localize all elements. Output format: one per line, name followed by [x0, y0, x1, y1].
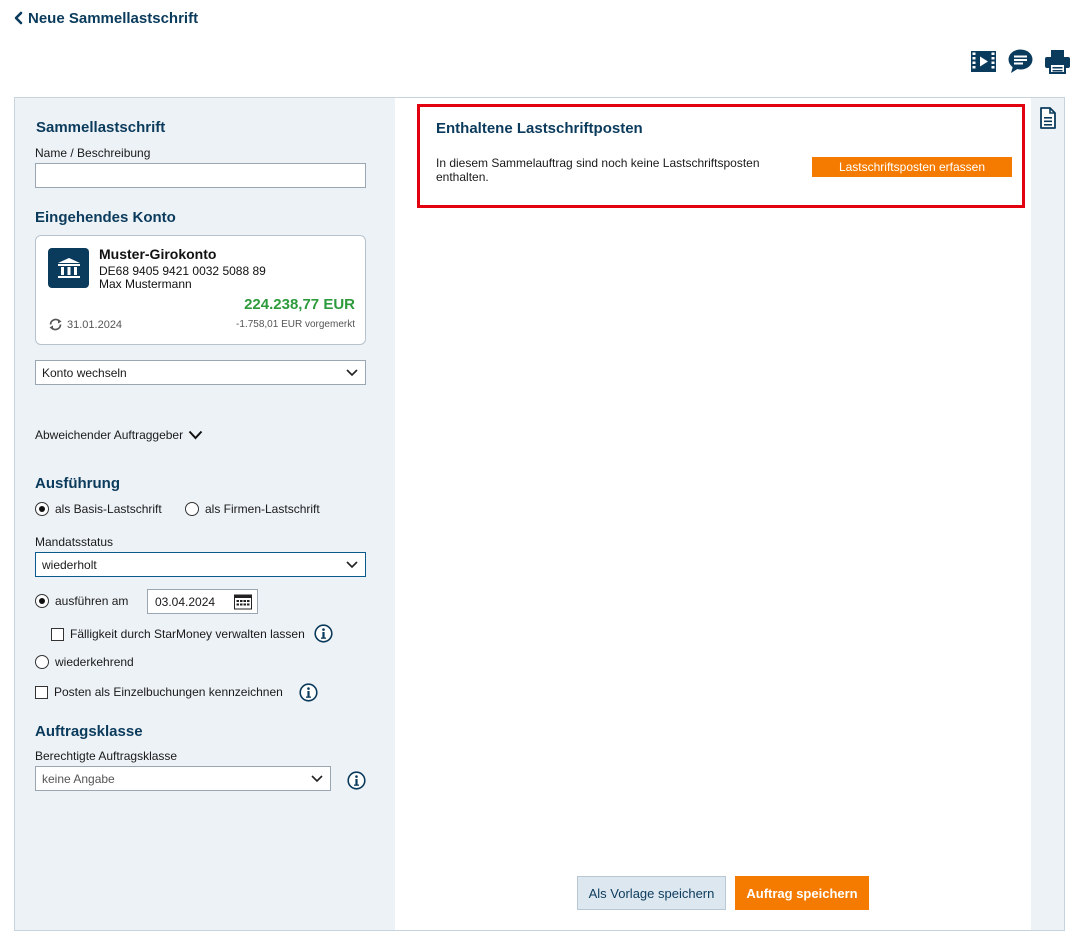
- switch-account-select[interactable]: Konto wechseln: [35, 360, 366, 385]
- radio-basis-label: als Basis-Lastschrift: [55, 502, 162, 516]
- chevron-left-icon: [14, 11, 23, 25]
- radio-recurring[interactable]: wiederkehrend: [35, 655, 134, 669]
- execute-on-label: ausführen am: [55, 594, 129, 608]
- contained-items-empty-text: In diesem Sammelauftrag sind noch keine …: [436, 156, 760, 184]
- contained-items-title: Enthaltene Lastschriftposten: [436, 120, 643, 137]
- info-icon[interactable]: [314, 624, 333, 643]
- chevron-down-icon: [188, 430, 203, 440]
- radio-firmen-lastschrift[interactable]: als Firmen-Lastschrift: [185, 502, 320, 516]
- account-date-text: 31.01.2024: [67, 318, 123, 331]
- order-class-value: keine Angabe: [42, 771, 115, 786]
- checkbox-single-booking-indicator[interactable]: [35, 685, 48, 699]
- name-label: Name / Beschreibung: [35, 146, 151, 160]
- print-icon[interactable]: [1044, 48, 1071, 75]
- name-input[interactable]: [35, 163, 366, 188]
- info-icon[interactable]: [299, 683, 318, 702]
- execution-section-title: Ausführung: [35, 475, 120, 492]
- radio-basis-lastschrift[interactable]: als Basis-Lastschrift: [35, 502, 162, 516]
- checkbox-due-management[interactable]: Fälligkeit durch StarMoney verwalten las…: [51, 627, 305, 641]
- refresh-icon: [49, 318, 62, 331]
- top-bar: Neue Sammellastschrift: [0, 0, 1077, 40]
- toolbar: [970, 48, 1071, 75]
- section-title-sammellastschrift: Sammellastschrift: [36, 119, 166, 136]
- chevron-down-icon: [311, 775, 323, 783]
- chevron-down-icon: [346, 369, 358, 377]
- other-payer-label: Abweichender Auftraggeber: [35, 428, 184, 442]
- info-icon[interactable]: [347, 771, 366, 790]
- execute-date-input[interactable]: 03.04.2024: [147, 589, 258, 614]
- account-sync-date: 31.01.2024: [48, 318, 122, 331]
- order-class-section-title: Auftragsklasse: [35, 723, 143, 740]
- single-booking-label: Posten als Einzelbuchungen kennzeichnen: [54, 685, 283, 699]
- account-pending: -1.758,01 EUR vorgemerkt: [236, 319, 355, 330]
- center-panel: [395, 98, 1031, 930]
- mandate-label: Mandatsstatus: [35, 535, 114, 549]
- right-side-strip: [1031, 98, 1064, 930]
- calendar-icon[interactable]: [234, 594, 252, 610]
- account-owner: Max Mustermann: [99, 277, 192, 291]
- checkbox-due-indicator[interactable]: [51, 627, 64, 641]
- video-icon[interactable]: [970, 48, 997, 75]
- account-balance: 224.238,77 EUR: [244, 296, 355, 313]
- radio-execute-on[interactable]: ausführen am: [35, 594, 128, 608]
- bank-icon: [57, 258, 80, 278]
- switch-account-label: Konto wechseln: [42, 365, 127, 380]
- save-order-button[interactable]: Auftrag speichern: [735, 876, 869, 910]
- mandate-value: wiederholt: [42, 557, 97, 572]
- chat-icon[interactable]: [1007, 48, 1034, 75]
- save-as-template-button[interactable]: Als Vorlage speichern: [577, 876, 726, 910]
- other-payer-toggle[interactable]: Abweichender Auftraggeber: [35, 428, 203, 442]
- account-section-title: Eingehendes Konto: [35, 209, 176, 226]
- due-label: Fälligkeit durch StarMoney verwalten las…: [70, 627, 305, 641]
- account-iban: DE68 9405 9421 0032 5088 89: [99, 264, 266, 278]
- left-panel: Sammellastschrift Name / Beschreibung Ei…: [15, 98, 395, 930]
- back-link[interactable]: Neue Sammellastschrift: [10, 9, 198, 27]
- chevron-down-icon: [346, 561, 358, 569]
- checkbox-single-booking[interactable]: Posten als Einzelbuchungen kennzeichnen: [35, 685, 283, 699]
- mandate-select[interactable]: wiederholt: [35, 552, 366, 577]
- account-name: Muster-Girokonto: [99, 246, 217, 262]
- page-title: Neue Sammellastschrift: [28, 9, 199, 27]
- contained-items-panel: Enthaltene Lastschriftposten In diesem S…: [417, 104, 1025, 208]
- capture-items-button[interactable]: Lastschriftsposten erfassen: [812, 157, 1012, 177]
- radio-basis-indicator[interactable]: [35, 502, 49, 516]
- radio-firmen-label: als Firmen-Lastschrift: [205, 502, 320, 516]
- document-icon[interactable]: [1039, 107, 1057, 129]
- radio-recurring-indicator[interactable]: [35, 655, 49, 669]
- bank-icon-tile: [48, 248, 89, 288]
- order-class-select[interactable]: keine Angabe: [35, 766, 331, 791]
- radio-firmen-indicator[interactable]: [185, 502, 199, 516]
- account-card[interactable]: Muster-Girokonto DE68 9405 9421 0032 508…: [35, 235, 366, 345]
- order-class-label: Berechtigte Auftragsklasse: [35, 749, 178, 763]
- execute-date-value: 03.04.2024: [155, 594, 216, 609]
- recurring-label: wiederkehrend: [55, 655, 134, 669]
- radio-execute-on-indicator[interactable]: [35, 594, 49, 608]
- main-frame: Sammellastschrift Name / Beschreibung Ei…: [14, 97, 1065, 931]
